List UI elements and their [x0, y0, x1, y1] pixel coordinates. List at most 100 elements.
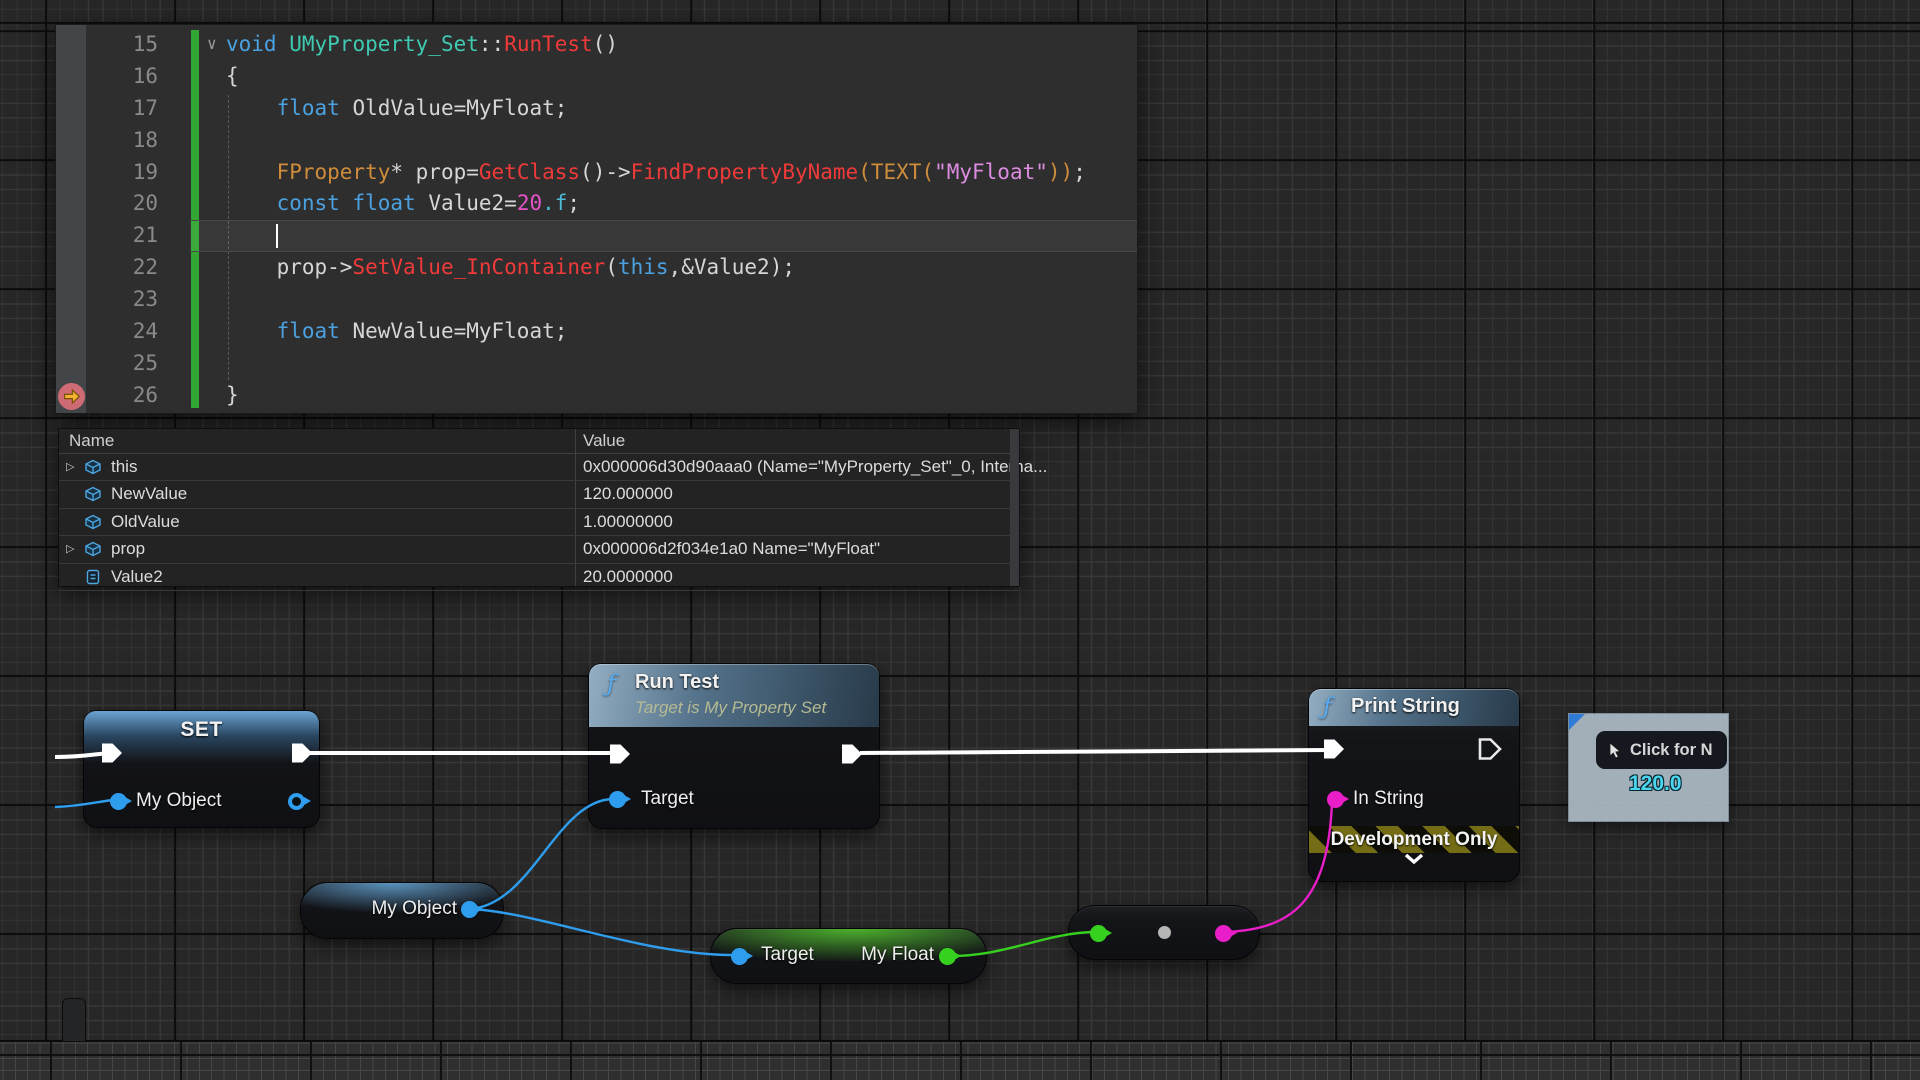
line-number[interactable]: 26 [86, 380, 158, 412]
string-output-pin[interactable] [1215, 925, 1232, 942]
code-token: void [226, 32, 277, 56]
line-number[interactable]: 21 [86, 220, 158, 252]
debug-watch-bubble[interactable]: Click for N 120.0 [1568, 713, 1729, 822]
line-number[interactable]: 17 [86, 93, 158, 125]
variable-value: 0x000006d2f034e1a0 Name="MyFloat" [583, 536, 880, 562]
code-token [226, 96, 277, 120]
exec-in-pin[interactable] [1321, 736, 1347, 762]
object-icon [83, 512, 103, 532]
in-string-input-pin[interactable] [1327, 791, 1344, 808]
run-test-title: Run Test [635, 671, 719, 694]
code-line[interactable] [226, 125, 1137, 157]
run-test-subtitle: Target is My Property Set [635, 698, 826, 718]
object-input-pin[interactable] [110, 793, 127, 810]
set-input-label: My Object [136, 790, 222, 812]
object-output-pin[interactable] [461, 901, 478, 918]
code-line[interactable]: { [226, 61, 1137, 93]
code-line[interactable]: float OldValue=MyFloat; [226, 93, 1137, 125]
my-object-getter-node[interactable]: My Object [300, 882, 504, 939]
exec-in-pin[interactable] [607, 741, 633, 767]
code-token: ; [1073, 160, 1086, 184]
exec-out-pin[interactable] [839, 741, 865, 767]
float-input-pin[interactable] [1090, 925, 1107, 942]
line-number[interactable]: 24 [86, 316, 158, 348]
click-for-info-button[interactable]: Click for N [1596, 731, 1727, 769]
code-line[interactable]: FProperty* prop=GetClass()->FindProperty… [226, 157, 1137, 189]
code-token: FProperty [277, 160, 391, 184]
line-number[interactable]: 16 [86, 61, 158, 93]
line-number[interactable]: 20 [86, 188, 158, 220]
set-node[interactable]: SET My Object [83, 710, 320, 828]
object-icon [83, 484, 103, 504]
run-test-node[interactable]: ƒ Run Test Target is My Property Set Tar… [588, 663, 880, 829]
field-icon [83, 567, 103, 587]
watch-row[interactable]: ▷this0x000006d30d90aaa0 (Name="MyPropert… [59, 454, 1019, 481]
line-number[interactable]: 18 [86, 125, 158, 157]
get-my-float-node[interactable]: Target My Float [710, 928, 987, 984]
code-line[interactable]: const float Value2=20.f; [226, 188, 1137, 220]
watch-row[interactable]: Value220.0000000 [59, 564, 1019, 591]
code-token: float [277, 96, 340, 120]
float-output-pin[interactable] [939, 948, 956, 965]
text-caret [276, 224, 278, 248]
conversion-dot-icon [1158, 926, 1171, 939]
print-string-node[interactable]: ƒ Print String In String Development Onl… [1308, 688, 1520, 882]
watch-row[interactable]: ▷prop0x000006d2f034e1a0 Name="MyFloat" [59, 536, 1019, 563]
code-token: * prop= [390, 160, 479, 184]
watch-row[interactable]: OldValue 1.00000000 [59, 509, 1019, 536]
code-line[interactable]: float NewValue=MyFloat; [226, 316, 1137, 348]
code-token: NewValue=MyFloat; [340, 319, 568, 343]
target-input-pin[interactable] [609, 791, 626, 808]
code-token [340, 191, 353, 215]
float-to-string-conversion-node[interactable] [1068, 905, 1260, 960]
code-token: TEXT [871, 160, 922, 184]
in-string-label: In String [1353, 788, 1424, 810]
code-token: FindPropertyByName [631, 160, 859, 184]
expand-arrow-icon[interactable]: ▷ [66, 536, 80, 562]
code-editor-panel[interactable]: 151617181920212223242526 ∨void UMyProper… [55, 24, 1138, 414]
value-column-header: Value [583, 429, 625, 453]
watch-header-row: Name Value [59, 429, 1019, 454]
exec-out-pin[interactable] [289, 740, 315, 766]
variable-name: OldValue [111, 509, 180, 535]
variable-value: 0x000006d30d90aaa0 (Name="MyProperty_Set… [583, 454, 1047, 480]
code-line[interactable] [226, 348, 1137, 380]
line-number[interactable]: 15 [86, 29, 158, 61]
line-number[interactable]: 23 [86, 284, 158, 316]
code-token: this [618, 255, 669, 279]
exec-out-pin[interactable] [1477, 736, 1503, 762]
target-input-pin[interactable] [731, 948, 748, 965]
object-output-pin[interactable] [288, 793, 305, 810]
variable-value: 120.000000 [583, 481, 673, 507]
breakpoint-margin[interactable] [56, 25, 86, 413]
expand-arrow-icon[interactable]: ▷ [66, 454, 80, 480]
code-area[interactable]: ∨void UMyProperty_Set::RunTest(){ float … [226, 29, 1137, 412]
code-token [226, 319, 277, 343]
code-token: ,&Value2); [669, 255, 795, 279]
variable-name: Value2 [111, 564, 163, 590]
locals-watch-panel[interactable]: Name Value ▷this0x000006d30d90aaa0 (Name… [58, 428, 1020, 587]
watched-value: 120.0 [1629, 772, 1682, 796]
code-line[interactable]: prop->SetValue_InContainer(this,&Value2)… [226, 252, 1137, 284]
code-line[interactable] [226, 220, 1137, 252]
variable-value: 1.00000000 [583, 509, 673, 535]
fold-chevron-icon[interactable]: ∨ [207, 28, 217, 60]
my-object-label: My Object [371, 898, 457, 920]
line-number-gutter[interactable]: 151617181920212223242526 [86, 29, 158, 412]
variable-name: NewValue [111, 481, 187, 507]
exec-in-pin[interactable] [99, 740, 125, 766]
code-line[interactable]: ∨void UMyProperty_Set::RunTest() [226, 29, 1137, 61]
expand-chevron-down-icon[interactable] [1404, 853, 1424, 865]
code-token: 20 [517, 191, 542, 215]
line-number[interactable]: 19 [86, 157, 158, 189]
code-line[interactable] [226, 284, 1137, 316]
code-line[interactable]: } [226, 380, 1137, 412]
watch-row[interactable]: NewValue 120.000000 [59, 481, 1019, 508]
code-token: UMyProperty_Set [289, 32, 479, 56]
line-number[interactable]: 22 [86, 252, 158, 284]
execution-pointer-icon[interactable] [58, 383, 85, 410]
line-number[interactable]: 25 [86, 348, 158, 380]
watch-corner-icon [1569, 714, 1585, 730]
name-column-header: Name [69, 429, 114, 453]
background-graph-strip [0, 1040, 1920, 1080]
